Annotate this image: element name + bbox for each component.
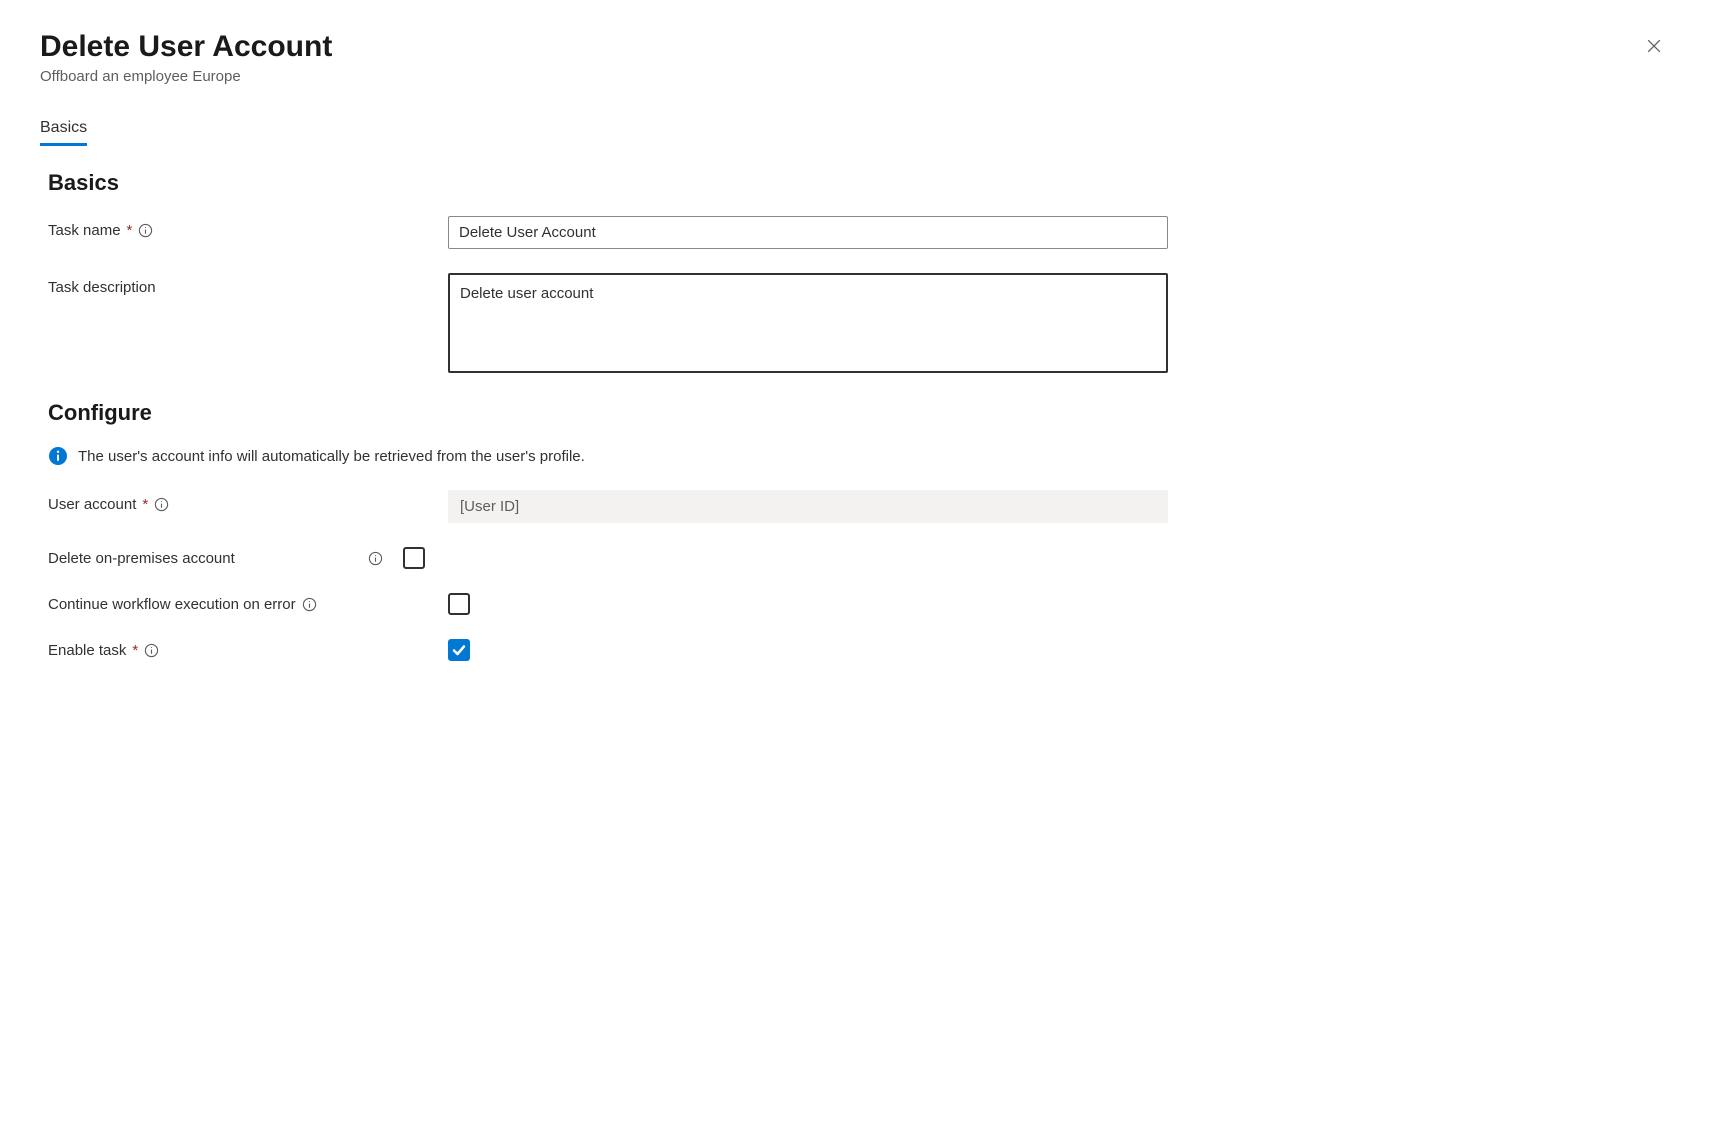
user-account-label: User account * bbox=[48, 490, 448, 513]
required-marker: * bbox=[127, 222, 133, 239]
info-icon[interactable] bbox=[302, 597, 317, 612]
required-marker: * bbox=[142, 496, 148, 513]
task-description-input[interactable] bbox=[448, 273, 1168, 373]
continue-on-error-checkbox[interactable] bbox=[448, 593, 470, 615]
info-icon[interactable] bbox=[144, 643, 159, 658]
task-description-label: Task description bbox=[48, 273, 448, 296]
info-icon[interactable] bbox=[154, 497, 169, 512]
enable-task-label: Enable task * bbox=[48, 642, 448, 659]
close-icon bbox=[1644, 36, 1664, 56]
info-icon[interactable] bbox=[138, 223, 153, 238]
task-name-label: Task name * bbox=[48, 216, 448, 239]
tabs: Basics bbox=[40, 113, 1670, 146]
page-title: Delete User Account bbox=[40, 30, 332, 64]
close-button[interactable] bbox=[1638, 30, 1670, 62]
info-banner-text: The user's account info will automatical… bbox=[78, 448, 585, 465]
checkmark-icon bbox=[451, 642, 467, 658]
tab-basics[interactable]: Basics bbox=[40, 113, 87, 146]
required-marker: * bbox=[132, 642, 138, 659]
user-account-field: [User ID] bbox=[448, 490, 1168, 523]
page-subtitle: Offboard an employee Europe bbox=[40, 68, 332, 85]
continue-on-error-label: Continue workflow execution on error bbox=[48, 596, 448, 613]
info-banner: The user's account info will automatical… bbox=[48, 446, 1670, 466]
section-basics-title: Basics bbox=[48, 170, 1670, 196]
info-icon[interactable] bbox=[368, 551, 383, 566]
info-filled-icon bbox=[48, 446, 68, 466]
delete-onprem-checkbox[interactable] bbox=[403, 547, 425, 569]
enable-task-checkbox[interactable] bbox=[448, 639, 470, 661]
delete-onprem-label: Delete on-premises account bbox=[48, 550, 403, 567]
task-name-input[interactable] bbox=[448, 216, 1168, 249]
section-configure-title: Configure bbox=[48, 400, 1670, 426]
